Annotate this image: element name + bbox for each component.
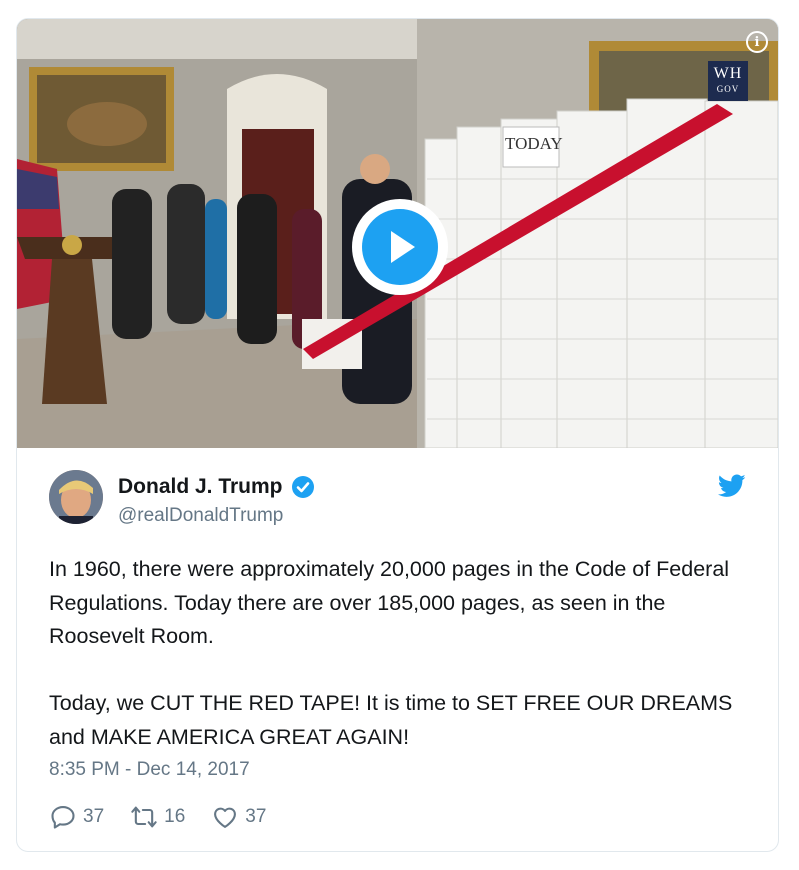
retweet-icon — [131, 806, 157, 828]
author-name-row[interactable]: Donald J. Trump — [118, 475, 315, 499]
reply-button[interactable]: 37 — [49, 803, 104, 831]
reply-count: 37 — [83, 806, 105, 827]
play-icon — [391, 231, 415, 263]
reply-icon — [51, 806, 75, 829]
like-button[interactable]: 37 — [211, 803, 266, 831]
twitter-bird-icon[interactable] — [718, 474, 746, 498]
info-icon[interactable]: i — [746, 31, 768, 53]
tweet-paragraph: Today, we CUT THE RED TAPE! It is time t… — [49, 691, 733, 749]
verified-icon — [291, 476, 314, 498]
avatar-image — [49, 470, 103, 524]
like-count: 37 — [245, 806, 267, 827]
tweet-paragraph: In 1960, there were approximately 20,000… — [49, 557, 730, 648]
video-thumbnail[interactable]: TODAY i WH GOV — [17, 19, 778, 448]
retweet-count: 16 — [164, 806, 186, 827]
watermark-line1: WH — [713, 65, 743, 82]
today-sign-text: TODAY — [505, 134, 563, 153]
user-handle[interactable]: @realDonaldTrump — [118, 505, 283, 527]
tweet-text: In 1960, there were approximately 20,000… — [49, 553, 749, 754]
play-button[interactable] — [352, 199, 448, 295]
watermark-line2: GOV — [716, 84, 740, 94]
avatar[interactable] — [49, 470, 103, 524]
tweet-timestamp[interactable]: 8:35 PM - Dec 14, 2017 — [49, 759, 250, 781]
play-icon-circle — [362, 209, 438, 285]
display-name[interactable]: Donald J. Trump — [118, 475, 283, 499]
embedded-tweet-card: TODAY i WH GOV Donald J. Trump @realDona… — [16, 18, 779, 852]
whitehouse-watermark: WH GOV — [708, 61, 748, 101]
like-icon — [214, 807, 237, 828]
retweet-button[interactable]: 16 — [130, 803, 185, 831]
tweet-actions: 37 16 37 — [49, 803, 292, 831]
